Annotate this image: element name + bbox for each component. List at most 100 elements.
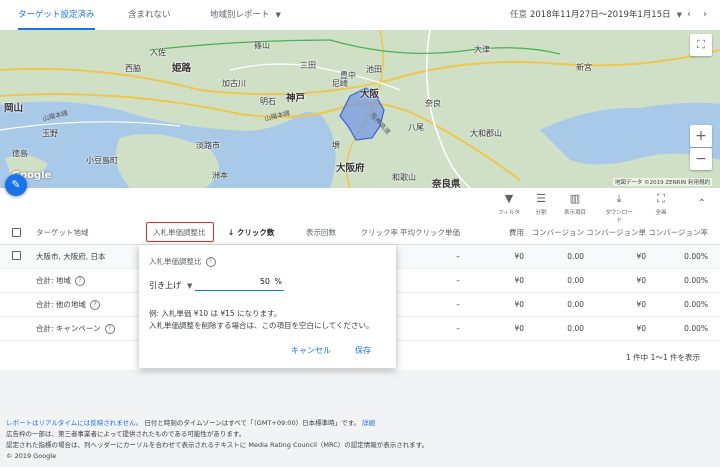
- row-cost: ¥0: [514, 300, 524, 309]
- save-button[interactable]: 保存: [355, 345, 371, 356]
- col-avg-cpc[interactable]: 平均クリック単価: [400, 222, 460, 244]
- table-toolbar: ▼ フィルタ ☰ 分割 ▥ 表示項目 ⤓ ダウンロード ⛶ 全画 ⌃: [0, 188, 720, 224]
- map-label: 神戸: [286, 93, 306, 104]
- fullscreen-icon[interactable]: ⛶: [690, 34, 712, 56]
- chevron-up-icon[interactable]: ⌃: [698, 198, 706, 209]
- map-label: 岡山: [4, 103, 24, 114]
- col-conv-rate[interactable]: コンバージョン率: [648, 222, 708, 244]
- percent-unit: %: [274, 277, 282, 286]
- columns-button[interactable]: ▥ 表示項目: [560, 192, 590, 216]
- next-period-icon[interactable]: ›: [698, 8, 712, 22]
- pagination-summary: 1 件中 1〜1 件を表示: [626, 353, 700, 362]
- col-cost[interactable]: 費用: [476, 222, 524, 244]
- col-ctr[interactable]: クリック率: [346, 222, 399, 244]
- tab-geo-report[interactable]: 地域別レポート ▼: [210, 0, 281, 30]
- map-view[interactable]: 入佐 篠山 西脇 姫路 加古川 明石 神戸 尼崎 大阪 豊中 奈良 堺 大阪府 …: [0, 30, 720, 188]
- row-cost: ¥0: [514, 276, 524, 285]
- bid-adjustment-value[interactable]: 50: [260, 274, 270, 290]
- map-label: 淡路市: [196, 141, 220, 150]
- expand-icon: ⛶: [657, 192, 665, 205]
- copyright: © 2019 Google: [6, 452, 57, 460]
- row-avg-cpc: –: [456, 300, 460, 309]
- map-label: 堺: [332, 141, 340, 150]
- row-cost-per-conv: ¥0: [636, 276, 646, 285]
- row-avg-cpc: –: [456, 252, 460, 261]
- map-label: 小豆島町: [86, 156, 118, 165]
- bid-adjustment-input[interactable]: 50 %: [195, 274, 284, 291]
- map-label: 池田: [366, 65, 382, 74]
- row-conversions: 0.00: [567, 252, 584, 261]
- row-cost: ¥0: [514, 324, 524, 333]
- segment-icon: ☰: [536, 192, 546, 205]
- row-cost-per-conv: ¥0: [636, 300, 646, 309]
- date-range-value: 2018年11月27日〜2019年1月15日: [529, 10, 671, 20]
- prev-period-icon[interactable]: ‹: [682, 8, 696, 22]
- map-label: 姫路: [172, 63, 192, 74]
- row-conv-rate: 0.00%: [684, 324, 708, 333]
- row-conversions: 0.00: [567, 300, 584, 309]
- map-label: 玉野: [42, 129, 58, 138]
- arrow-down-icon: ↓: [228, 228, 237, 237]
- filter-button[interactable]: ▼ フィルタ: [494, 192, 524, 216]
- help-icon[interactable]: ?: [74, 276, 85, 286]
- col-clicks[interactable]: ↓ クリック数: [228, 222, 274, 244]
- filter-icon: ▼: [504, 192, 514, 205]
- page-footer: レポートはリアルタイムには反映されません。 日付と時刻のタイムゾーンはすべて「（…: [6, 418, 716, 462]
- chevron-down-icon: ▼: [275, 11, 281, 19]
- row-conv-rate: 0.00%: [684, 300, 708, 309]
- realtime-notice-link[interactable]: レポートはリアルタイムには反映されません。: [6, 419, 142, 427]
- map-label: 奈良: [425, 99, 441, 108]
- editor-title: 入札単価調整比?: [149, 256, 216, 267]
- col-impressions[interactable]: 表示回数: [296, 222, 336, 244]
- row-conv-rate: 0.00%: [684, 276, 708, 285]
- help-icon[interactable]: ?: [104, 324, 115, 334]
- row-total-label: 合計: 地域?: [36, 269, 85, 292]
- top-bar: ターゲット設定済み 含まれない 地域別レポート ▼ 任意 2018年11月27日〜2…: [0, 0, 720, 31]
- bid-adjustment-highlight: [146, 222, 214, 242]
- expand-button[interactable]: ⛶ 全画: [646, 192, 676, 216]
- details-link[interactable]: 詳細: [362, 419, 375, 427]
- tab-excluded[interactable]: 含まれない: [128, 0, 171, 30]
- col-cost-per-conv[interactable]: コンバージョン単価: [586, 222, 646, 259]
- date-range-selector[interactable]: 任意 2018年11月27日〜2019年1月15日 ▼: [510, 0, 682, 30]
- row-conv-rate: 0.00%: [684, 252, 708, 261]
- row-avg-cpc: –: [456, 276, 460, 285]
- row-cost-per-conv: ¥0: [636, 252, 646, 261]
- map-label: 新宮: [576, 63, 592, 72]
- cancel-button[interactable]: キャンセル: [291, 345, 331, 356]
- row-avg-cpc: –: [456, 324, 460, 333]
- map-attribution[interactable]: 地図データ ©2019 ZENRIN 利用規約: [612, 178, 712, 186]
- col-location[interactable]: ターゲット地域: [36, 222, 89, 244]
- map-label: 入佐: [150, 48, 166, 57]
- pencil-icon: ✎: [11, 178, 21, 191]
- date-range-label: 任意: [509, 10, 527, 20]
- map-label: 大阪: [360, 89, 380, 100]
- zoom-in-button[interactable]: +: [690, 125, 712, 147]
- map-label: 洲本: [212, 171, 228, 180]
- tab-targeted[interactable]: ターゲット設定済み: [18, 0, 95, 30]
- row-location-name[interactable]: 大阪市, 大阪府, 日本: [36, 245, 106, 268]
- map-label: 西脇: [125, 64, 141, 73]
- map-label: 篠山: [254, 41, 270, 50]
- map-label: 大阪府: [336, 163, 365, 174]
- row-checkbox[interactable]: [12, 251, 21, 260]
- select-all-checkbox[interactable]: [12, 228, 21, 237]
- map-label: 和歌山: [392, 173, 416, 182]
- help-icon[interactable]: ?: [205, 257, 216, 267]
- row-conversions: 0.00: [567, 276, 584, 285]
- map-label: 奈良県: [432, 179, 461, 188]
- map-label: 豊中: [340, 71, 356, 80]
- edit-locations-button[interactable]: ✎: [5, 174, 27, 196]
- help-icon[interactable]: ?: [89, 300, 100, 310]
- segment-button[interactable]: ☰ 分割: [526, 192, 556, 216]
- zoom-out-button[interactable]: −: [690, 148, 712, 170]
- row-cost-per-conv: ¥0: [636, 324, 646, 333]
- table-header: ターゲット地域 入札単価調整比 ↓ クリック数 表示回数 クリック率 平均クリッ…: [0, 222, 720, 259]
- row-total-label: 合計: 他の地域?: [36, 293, 100, 316]
- col-conversions[interactable]: コンバージョン: [526, 222, 584, 244]
- download-button[interactable]: ⤓ ダウンロード: [604, 192, 634, 224]
- adjustment-direction-select[interactable]: 引き上げ ▼: [149, 280, 192, 291]
- map-label: 徳島: [12, 149, 28, 158]
- row-cost: ¥0: [514, 252, 524, 261]
- columns-icon: ▥: [569, 192, 581, 205]
